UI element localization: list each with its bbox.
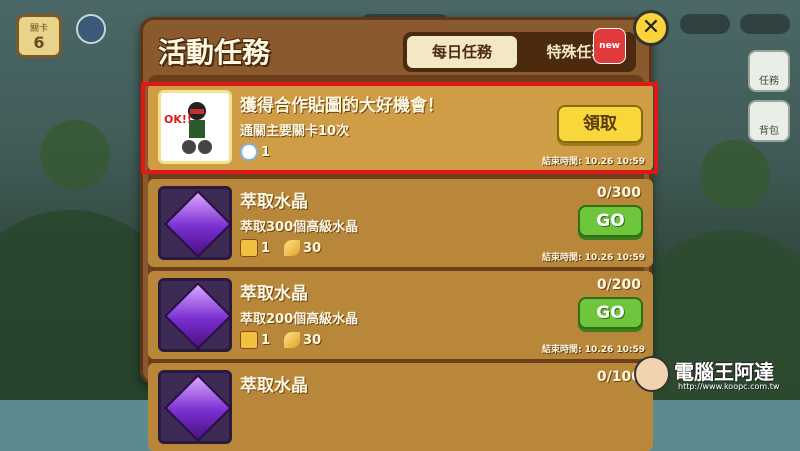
- reward-value: 1: [261, 240, 271, 256]
- go-button[interactable]: GO: [578, 205, 643, 237]
- side-task-button[interactable]: 任務: [748, 50, 790, 92]
- task-row: 萃取水晶 0/300 萃取300個高級水晶 1 30 GO 結束時間: 10.2…: [148, 179, 653, 267]
- task-row: 萃取水晶 0/100: [148, 363, 653, 451]
- task-rewards: 1 30: [240, 331, 325, 349]
- feather-icon: [284, 332, 301, 348]
- gem-icon: [164, 282, 232, 350]
- task-progress: 0/300: [596, 185, 641, 201]
- side-task-label: 任務: [759, 76, 779, 87]
- reward-value: 30: [303, 332, 322, 348]
- watermark-text: 電腦王阿達: [674, 360, 774, 384]
- task-progress: 0/200: [596, 277, 641, 293]
- sticker-icon: OK!!: [158, 90, 232, 164]
- sticker-ok-text: OK!!: [164, 113, 192, 126]
- currency-pill: [740, 14, 790, 34]
- claim-button[interactable]: 領取: [557, 105, 643, 143]
- site-watermark: 電腦王阿達 http://www.koopc.com.tw: [634, 356, 794, 396]
- stage-badge[interactable]: 關卡 6: [16, 14, 62, 58]
- box-icon: [240, 239, 258, 257]
- crystal-icon: [158, 370, 232, 444]
- task-rewards: 1: [240, 143, 274, 161]
- task-title: 萃取水晶: [240, 376, 308, 396]
- gem-icon: [164, 190, 232, 258]
- stage-number: 6: [33, 33, 45, 52]
- avatar-icon[interactable]: [76, 14, 106, 44]
- close-button[interactable]: ✕: [633, 10, 669, 46]
- tab-daily-missions[interactable]: 每日任務: [407, 36, 517, 68]
- task-row: OK!! 獲得合作貼圖的大好機會！ 通關主要關卡10次 1 領取 結束時間: 1…: [148, 83, 653, 171]
- reward-value: 30: [303, 240, 322, 256]
- task-title: 獲得合作貼圖的大好機會！: [240, 96, 444, 116]
- task-end-time: 結束時間: 10.26 10:59: [542, 345, 645, 355]
- mascot-face-icon: [634, 356, 670, 392]
- task-end-time: 結束時間: 10.26 10:59: [542, 253, 645, 263]
- side-bag-label: 背包: [759, 126, 779, 137]
- task-description: 通關主要關卡10次: [240, 124, 350, 139]
- reward-value: 1: [261, 144, 271, 160]
- new-badge: new: [593, 28, 626, 64]
- gem-icon: [164, 374, 232, 442]
- currency-pill: [680, 14, 730, 34]
- task-title: 萃取水晶: [240, 284, 308, 304]
- panel-title: 活動任務: [158, 36, 271, 69]
- task-description: 萃取200個高級水晶: [240, 312, 359, 327]
- side-bag-button[interactable]: 背包: [748, 100, 790, 142]
- task-row: 萃取水晶 0/200 萃取200個高級水晶 1 30 GO 結束時間: 10.2…: [148, 271, 653, 359]
- crystal-icon: [158, 186, 232, 260]
- watermark-url: http://www.koopc.com.tw: [678, 382, 780, 391]
- task-end-time: 結束時間: 10.26 10:59: [542, 157, 645, 167]
- task-description: 萃取300個高級水晶: [240, 220, 359, 235]
- box-icon: [240, 331, 258, 349]
- go-button[interactable]: GO: [578, 297, 643, 329]
- bear-coin-icon: [240, 143, 258, 161]
- reward-value: 1: [261, 332, 271, 348]
- crystal-icon: [158, 278, 232, 352]
- close-icon: ✕: [641, 15, 661, 40]
- tab-bar: 每日任務 特殊任務 new: [403, 28, 636, 72]
- task-title: 萃取水晶: [240, 192, 308, 212]
- tab-special-missions[interactable]: 特殊任務 new: [521, 28, 632, 68]
- task-rewards: 1 30: [240, 239, 325, 257]
- rider-figure-icon: [182, 102, 212, 154]
- feather-icon: [284, 240, 301, 256]
